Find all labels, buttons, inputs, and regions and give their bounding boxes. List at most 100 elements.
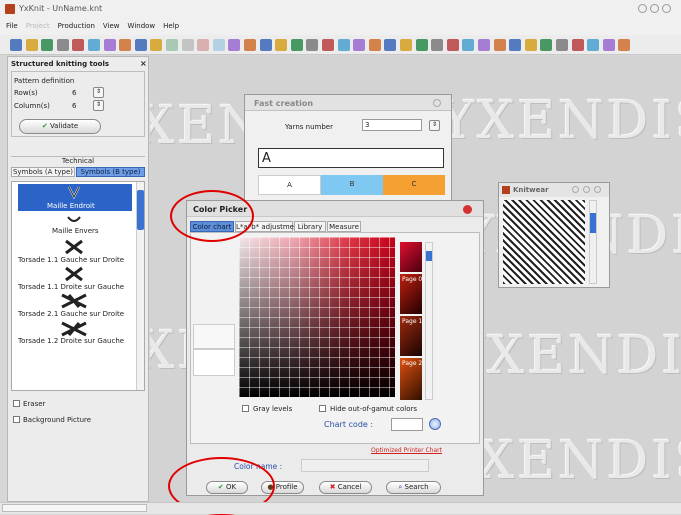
toolbar-tool-icon[interactable] xyxy=(384,39,397,51)
menu-file[interactable]: File xyxy=(2,18,22,35)
search-globe-icon[interactable] xyxy=(429,418,441,430)
toolbar-tool-icon[interactable] xyxy=(228,39,241,51)
search-button[interactable]: ⌕ Search xyxy=(386,481,441,494)
knitwear-close-button[interactable] xyxy=(594,186,601,193)
toolbar-tool-icon[interactable] xyxy=(556,39,568,51)
page-swatch-1[interactable]: Page 1 xyxy=(400,316,422,356)
toolbar-tool-icon[interactable] xyxy=(540,39,553,51)
page-swatch-top[interactable] xyxy=(400,242,422,272)
page-swatch-2[interactable]: Page 2 xyxy=(400,358,422,400)
minimize-button[interactable] xyxy=(638,4,647,13)
menu-help[interactable]: Help xyxy=(159,18,183,35)
toolbar-tool-icon[interactable] xyxy=(462,39,475,51)
toolbar-tool-icon[interactable] xyxy=(478,39,490,51)
toolbar-tool-icon[interactable] xyxy=(244,39,256,51)
chart-code-field[interactable] xyxy=(391,418,423,431)
toolbar-tool-icon[interactable] xyxy=(103,39,116,51)
background-picture-label: Background Picture xyxy=(23,416,92,424)
toolbar-tool-icon[interactable] xyxy=(134,39,147,51)
toolbar-tool-icon[interactable] xyxy=(322,39,334,51)
hide-gamut-label: Hide out-of-gamut colors xyxy=(330,405,418,413)
toolbar-tool-icon[interactable] xyxy=(587,39,600,51)
toolbar-tool-icon[interactable] xyxy=(119,39,132,51)
toolbar-tool-icon[interactable] xyxy=(524,39,537,51)
tab-library[interactable]: Library xyxy=(294,221,326,232)
menu-window[interactable]: Window xyxy=(124,18,160,35)
toolbar-tool-icon[interactable] xyxy=(56,39,69,51)
columns-stepper[interactable]: ⇕ xyxy=(93,100,104,111)
panel-close-icon[interactable]: × xyxy=(140,59,147,68)
maximize-button[interactable] xyxy=(650,4,659,13)
optimized-printer-chart-link[interactable]: Optimized Printer Chart xyxy=(371,447,442,454)
toolbar-tool-icon[interactable] xyxy=(166,39,178,51)
yarns-number-field[interactable]: 3 xyxy=(362,119,422,131)
toolbar-tool-icon[interactable] xyxy=(415,39,428,51)
background-picture-checkbox[interactable] xyxy=(13,416,20,423)
tab-symbols-a[interactable]: Symbols (A type) xyxy=(11,167,75,177)
yarns-number-label: Yarns number xyxy=(285,123,333,131)
scrollbar-thumb[interactable] xyxy=(137,190,144,230)
menu-view[interactable]: View xyxy=(99,18,124,35)
columns-value[interactable]: 6 xyxy=(72,102,76,110)
toolbar-tool-icon[interactable] xyxy=(25,39,38,51)
yarn-name-field[interactable]: A xyxy=(258,148,444,168)
color-grid[interactable] xyxy=(239,237,395,397)
pages-scrollbar[interactable] xyxy=(425,242,433,400)
rows-value[interactable]: 6 xyxy=(72,89,76,97)
toolbar-tool-icon[interactable] xyxy=(41,39,54,51)
toolbar-tool-icon[interactable] xyxy=(290,39,303,51)
gray-levels-checkbox[interactable] xyxy=(242,405,249,412)
tab-symbols-b[interactable]: Symbols (B type) xyxy=(76,167,145,177)
hide-gamut-checkbox[interactable] xyxy=(319,405,326,412)
toolbar-tool-icon[interactable] xyxy=(259,39,272,51)
watermark-text: YXENDIS xyxy=(450,326,681,386)
color-name-field[interactable] xyxy=(301,459,429,472)
toolbar-tool-icon[interactable] xyxy=(72,39,85,51)
toolbar-tool-icon[interactable] xyxy=(212,39,225,51)
yarn-swatch-b[interactable]: B xyxy=(321,175,383,195)
menu-production[interactable]: Production xyxy=(54,18,99,35)
toolbar-tool-icon[interactable] xyxy=(493,39,506,51)
toolbar-tool-icon[interactable] xyxy=(150,39,163,51)
toolbar-tool-icon[interactable] xyxy=(431,39,444,51)
close-button[interactable] xyxy=(662,4,671,13)
toolbar-tool-icon[interactable] xyxy=(400,39,412,51)
toolbar-tool-icon[interactable] xyxy=(306,39,319,51)
pages-scroll-thumb[interactable] xyxy=(426,251,432,261)
rows-stepper[interactable]: ⇕ xyxy=(93,87,104,98)
page-0-label: Page 0 xyxy=(402,276,423,283)
page-swatch-0[interactable]: Page 0 xyxy=(400,274,422,314)
yarn-swatch-a[interactable]: A xyxy=(258,175,321,195)
color-picker-close-icon[interactable] xyxy=(463,205,472,214)
knitwear-maximize-button[interactable] xyxy=(583,186,590,193)
toolbar-tool-icon[interactable] xyxy=(10,39,22,51)
toolbar-tool-icon[interactable] xyxy=(197,39,210,51)
menu-project[interactable]: Project xyxy=(22,18,54,35)
toolbar-tool-icon[interactable] xyxy=(602,39,615,51)
symbol-label: Torsade 1.2 Droite sur Gauche xyxy=(18,337,125,345)
cancel-button[interactable]: ✖ Cancel xyxy=(319,481,372,494)
tab-measure[interactable]: Measure xyxy=(327,221,361,232)
knitwear-pattern-preview xyxy=(503,200,585,284)
symbol-label: Maille Endroit xyxy=(47,202,95,210)
toolbar-tool-icon[interactable] xyxy=(618,39,631,51)
fast-creation-close-icon[interactable] xyxy=(433,99,441,107)
toolbar-tool-icon[interactable] xyxy=(181,39,194,51)
toolbar-tool-icon[interactable] xyxy=(509,39,522,51)
toolbar-tool-icon[interactable] xyxy=(571,39,584,51)
toolbar-tool-icon[interactable] xyxy=(446,39,459,51)
knitwear-minimize-button[interactable] xyxy=(572,186,579,193)
toolbar-tool-icon[interactable] xyxy=(337,39,350,51)
toolbar-tool-icon[interactable] xyxy=(275,39,288,51)
cancel-label: Cancel xyxy=(337,483,362,491)
knitwear-scroll-thumb[interactable] xyxy=(590,213,596,233)
symbol-label: Torsade 1.1 Droite sur Gauche xyxy=(18,283,125,291)
toolbar-tool-icon[interactable] xyxy=(88,39,100,51)
status-field xyxy=(2,504,147,512)
toolbar-tool-icon[interactable] xyxy=(368,39,381,51)
yarns-number-stepper[interactable]: ⇕ xyxy=(429,120,440,131)
eraser-checkbox[interactable] xyxy=(13,400,20,407)
validate-button[interactable]: ✔ Validate xyxy=(19,119,101,134)
yarn-swatch-c[interactable]: C xyxy=(383,175,445,195)
toolbar-tool-icon[interactable] xyxy=(353,39,366,51)
